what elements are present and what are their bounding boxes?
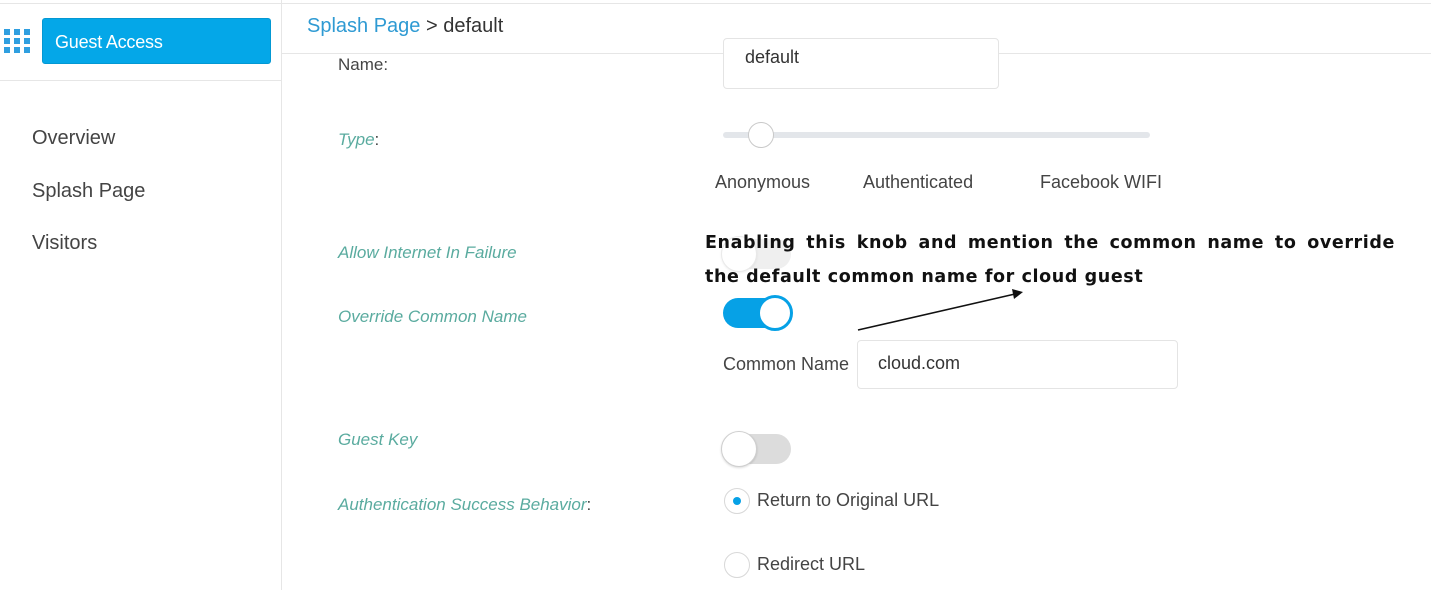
sidebar-item-splash-page[interactable]: Splash Page	[32, 180, 145, 203]
sidebar-item-visitors[interactable]: Visitors	[32, 232, 97, 255]
override-common-name-label: Override Common Name	[338, 307, 527, 326]
annotation-text: Enabling this knob and mention the commo…	[705, 233, 1395, 287]
guest-key-toggle[interactable]	[721, 431, 791, 467]
breadcrumb-link-splash-page[interactable]: Splash Page	[307, 15, 420, 37]
auth-behavior-label-text: Authentication Success Behavior	[338, 495, 587, 514]
sidebar: Guest Access Overview Splash Page Visito…	[0, 0, 282, 590]
return-original-url-radio[interactable]	[724, 488, 750, 514]
type-option-facebook-wifi[interactable]: Facebook WIFI	[1040, 172, 1162, 193]
redirect-url-radio[interactable]	[724, 552, 750, 578]
name-input[interactable]	[723, 38, 999, 89]
breadcrumb-separator: >	[425, 15, 438, 37]
type-label: Type:	[338, 130, 380, 149]
name-label: Name:	[338, 55, 389, 74]
common-name-input[interactable]	[857, 340, 1178, 389]
annotation-arrow-icon	[857, 289, 1023, 331]
type-slider-track[interactable]	[723, 132, 1150, 138]
guest-key-label: Guest Key	[338, 430, 418, 449]
guest-access-button[interactable]: Guest Access	[42, 18, 271, 64]
override-common-name-toggle[interactable]	[723, 295, 793, 331]
type-slider-handle[interactable]	[748, 122, 774, 148]
allow-internet-label: Allow Internet In Failure	[338, 243, 517, 262]
common-name-label: Common Name	[723, 354, 850, 374]
sidebar-header: Guest Access	[0, 0, 281, 81]
sidebar-item-overview[interactable]: Overview	[32, 127, 115, 150]
type-label-text: Type	[338, 130, 375, 149]
return-original-url-label[interactable]: Return to Original URL	[757, 490, 939, 511]
breadcrumb: Splash Page > default	[307, 15, 503, 38]
type-option-authenticated[interactable]: Authenticated	[863, 172, 973, 193]
breadcrumb-current: default	[443, 15, 504, 37]
redirect-url-label[interactable]: Redirect URL	[757, 554, 865, 575]
app-grid-icon[interactable]	[4, 29, 31, 54]
type-option-anonymous[interactable]: Anonymous	[715, 172, 810, 193]
auth-behavior-label: Authentication Success Behavior:	[338, 495, 592, 514]
